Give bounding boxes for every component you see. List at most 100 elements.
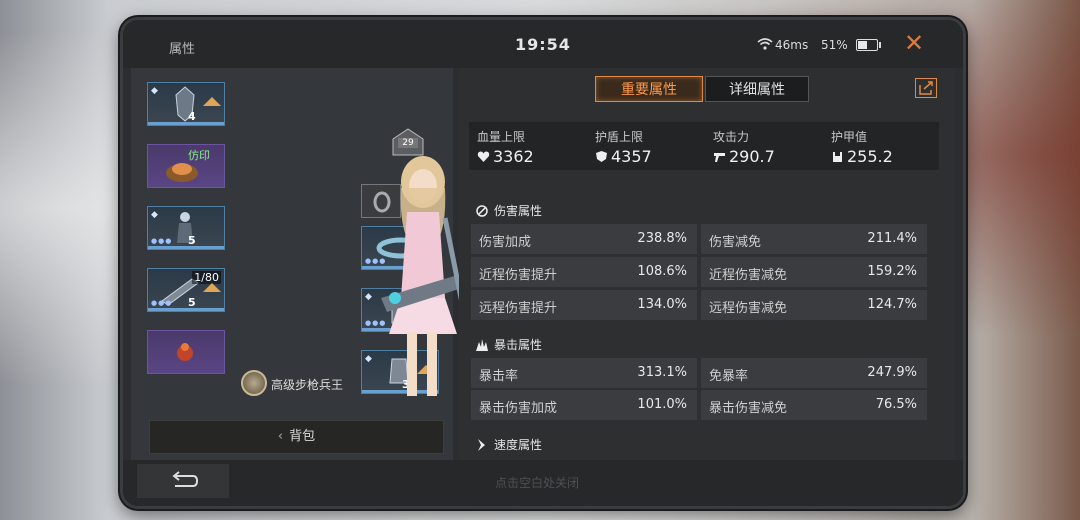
chevron-left-icon: ‹ bbox=[277, 429, 284, 444]
stat-value: 124.7% bbox=[867, 297, 917, 312]
stat-value-wrap: 4357 bbox=[595, 147, 652, 166]
equipment-panel: ◆ 4 仿印 ◆ ●●● 5 1/80 ●●● 5 ●●● ◆ ●●● ◆ 3 … bbox=[131, 68, 487, 460]
stat-row: 近程伤害提升 108.6% bbox=[471, 257, 697, 287]
battery-icon bbox=[856, 39, 881, 51]
stat-value-wrap: 3362 bbox=[477, 147, 534, 166]
damage-icon bbox=[476, 204, 488, 217]
stat-value: 247.9% bbox=[867, 365, 917, 380]
star-dots: ●●● bbox=[151, 299, 173, 307]
slot-progress bbox=[148, 246, 224, 249]
equip-slot-4[interactable]: 1/80 ●●● 5 bbox=[147, 268, 225, 312]
top-bar: 属性 19:54 46ms 51% ✕ bbox=[123, 20, 963, 68]
summary-stats: 血量上限 3362 护盾上限 4357 攻击力 290.7 护甲值 255.2 bbox=[469, 122, 939, 170]
stat-row: 暴击伤害减免 76.5% bbox=[701, 390, 927, 420]
battery-text: 51% bbox=[821, 38, 848, 52]
bottom-bar: 点击空白处关闭 bbox=[123, 460, 963, 506]
equip-slot-3[interactable]: ◆ ●●● 5 bbox=[147, 206, 225, 250]
stat-row: 暴击率 313.1% bbox=[471, 358, 697, 388]
window-title: 属性 bbox=[169, 42, 196, 57]
stat-label: 近程伤害减免 bbox=[709, 268, 788, 283]
imprint-tag: 仿印 bbox=[188, 149, 210, 162]
stat-label: 血量上限 bbox=[477, 130, 526, 144]
share-button[interactable] bbox=[915, 78, 937, 98]
stat-row: 伤害加成 238.8% bbox=[471, 224, 697, 254]
slot-progress bbox=[148, 308, 224, 311]
close-button[interactable]: ✕ bbox=[901, 30, 927, 56]
stat-value-wrap: 290.7 bbox=[713, 147, 775, 166]
shield-icon bbox=[596, 151, 607, 162]
wifi-icon bbox=[757, 38, 773, 50]
speed-section-header: 速度属性 bbox=[475, 436, 542, 453]
stat-value: 3362 bbox=[493, 147, 534, 166]
stat-value: 76.5% bbox=[875, 397, 917, 412]
crit-section-header: 暴击属性 bbox=[475, 336, 542, 353]
stat-row: 伤害减免 211.4% bbox=[701, 224, 927, 254]
stat-label: 伤害加成 bbox=[479, 235, 532, 250]
stat-label: 免暴率 bbox=[709, 369, 749, 384]
crit-icon bbox=[476, 338, 488, 351]
stat-value-wrap: 255.2 bbox=[831, 147, 893, 166]
heart-icon bbox=[477, 151, 490, 162]
stat-shield: 护盾上限 4357 bbox=[595, 128, 652, 166]
stat-row: 远程伤害提升 134.0% bbox=[471, 290, 697, 320]
diamond-icon: ◆ bbox=[151, 86, 158, 96]
section-title: 伤害属性 bbox=[494, 204, 543, 218]
clock: 19:54 bbox=[515, 35, 571, 54]
stat-label: 护盾上限 bbox=[595, 130, 644, 144]
ping-text: 46ms bbox=[775, 38, 809, 52]
stat-label: 近程伤害提升 bbox=[479, 268, 558, 283]
pet-icon bbox=[177, 343, 193, 361]
slot-progress bbox=[148, 122, 224, 125]
stat-row: 免暴率 247.9% bbox=[701, 358, 927, 388]
stat-label: 暴击率 bbox=[479, 369, 519, 384]
bag-button[interactable]: ‹ 背包 bbox=[149, 420, 444, 454]
attribute-panel: 重要属性 详细属性 血量上限 3362 护盾上限 4357 攻击力 290.7 … bbox=[459, 68, 955, 460]
gun-icon bbox=[714, 153, 725, 162]
stat-value: 101.0% bbox=[637, 397, 687, 412]
stat-armor: 护甲值 255.2 bbox=[831, 128, 893, 166]
rank-emblem-icon bbox=[241, 370, 267, 396]
stat-value: 313.1% bbox=[637, 365, 687, 380]
stat-row: 远程伤害减免 124.7% bbox=[701, 290, 927, 320]
stat-label: 远程伤害减免 bbox=[709, 301, 788, 316]
equip-slot-1[interactable]: ◆ 4 bbox=[147, 82, 225, 126]
armor-icon bbox=[833, 152, 842, 162]
attribute-window: 属性 19:54 46ms 51% ✕ ◆ 4 仿印 ◆ ●●● 5 1/80 … bbox=[120, 17, 966, 509]
damage-section-header: 伤害属性 bbox=[475, 202, 542, 219]
stat-value: 238.8% bbox=[637, 231, 687, 246]
rank-chevron-icon bbox=[203, 283, 221, 292]
stat-value: 211.4% bbox=[867, 231, 917, 246]
stat-row: 近程伤害减免 159.2% bbox=[701, 257, 927, 287]
stat-label: 护甲值 bbox=[831, 130, 868, 144]
close-hint[interactable]: 点击空白处关闭 bbox=[495, 474, 579, 491]
stat-row: 暴击伤害加成 101.0% bbox=[471, 390, 697, 420]
return-icon bbox=[172, 471, 199, 487]
stat-label: 远程伤害提升 bbox=[479, 301, 558, 316]
stat-label: 伤害减免 bbox=[709, 235, 762, 250]
diamond-icon: ◆ bbox=[151, 210, 158, 220]
team-badge-icon bbox=[392, 128, 424, 156]
stat-label: 暴击伤害减免 bbox=[709, 401, 788, 416]
stat-label: 攻击力 bbox=[713, 130, 750, 144]
back-button[interactable] bbox=[137, 464, 229, 498]
stat-attack: 攻击力 290.7 bbox=[713, 128, 775, 166]
section-title: 暴击属性 bbox=[494, 338, 543, 352]
tab-detailed[interactable]: 详细属性 bbox=[705, 76, 809, 102]
section-title: 速度属性 bbox=[494, 438, 543, 452]
stat-label: 暴击伤害加成 bbox=[479, 401, 558, 416]
equip-slot-5[interactable] bbox=[147, 330, 225, 374]
stat-value: 159.2% bbox=[867, 264, 917, 279]
speed-icon bbox=[478, 438, 485, 451]
rank-chevron-icon bbox=[203, 97, 221, 106]
share-icon bbox=[919, 81, 933, 95]
bag-label: 背包 bbox=[289, 429, 316, 444]
stat-value: 290.7 bbox=[729, 147, 775, 166]
star-dots: ●●● bbox=[151, 237, 173, 245]
stat-value: 108.6% bbox=[637, 264, 687, 279]
rank-name: 高级步枪兵王 bbox=[271, 378, 344, 392]
stat-value: 4357 bbox=[611, 147, 652, 166]
stat-hp: 血量上限 3362 bbox=[477, 128, 534, 166]
equip-slot-2[interactable]: 仿印 bbox=[147, 144, 225, 188]
tab-important[interactable]: 重要属性 bbox=[595, 76, 703, 102]
stat-value: 134.0% bbox=[637, 297, 687, 312]
